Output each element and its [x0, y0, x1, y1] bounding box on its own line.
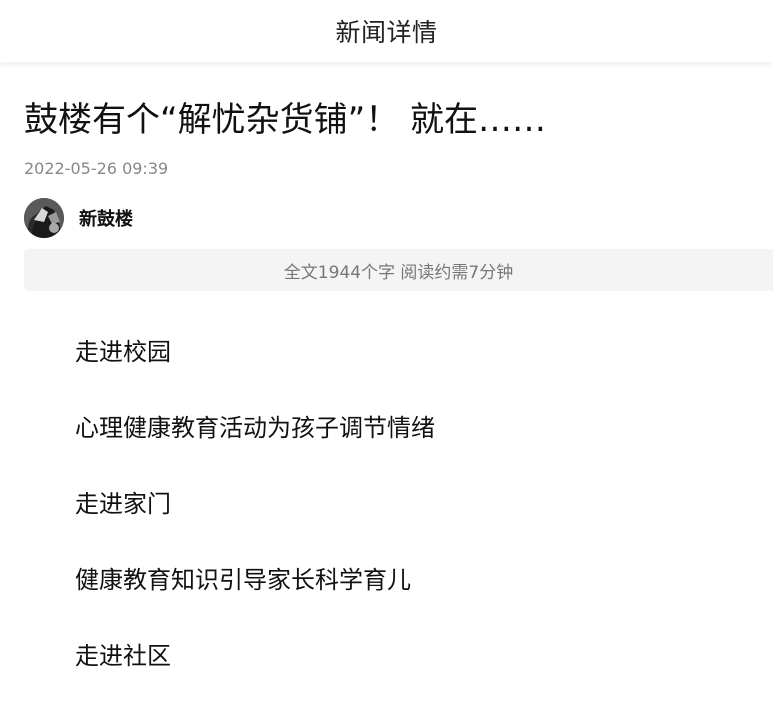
article-title: 鼓楼有个“解忧杂货铺”！ 就在……	[24, 100, 547, 140]
author-row[interactable]: 新鼓楼	[24, 198, 133, 238]
article-body: 走进校园 心理健康教育活动为孩子调节情绪 走进家门 健康教育知识引导家长科学育儿…	[75, 334, 435, 714]
article-paragraph: 走进家门	[75, 490, 171, 518]
article-paragraph: 健康教育知识引导家长科学育儿	[75, 566, 411, 594]
article-paragraph: 心理健康教育活动为孩子调节情绪	[75, 414, 435, 442]
avatar-image-icon	[24, 198, 64, 238]
author-name[interactable]: 新鼓楼	[79, 205, 133, 231]
author-avatar[interactable]	[24, 198, 64, 238]
page-title: 新闻详情	[335, 18, 438, 47]
top-navigation-bar: 新闻详情	[0, 0, 773, 62]
publish-time: 2022-05-26 09:39	[24, 159, 169, 178]
article-paragraph: 走进校园	[75, 338, 171, 366]
reading-info-bar: 全文1944个字 阅读约需7分钟	[24, 249, 773, 291]
article-paragraph: 走进社区	[75, 642, 171, 670]
reading-info-text: 全文1944个字 阅读约需7分钟	[283, 262, 514, 283]
